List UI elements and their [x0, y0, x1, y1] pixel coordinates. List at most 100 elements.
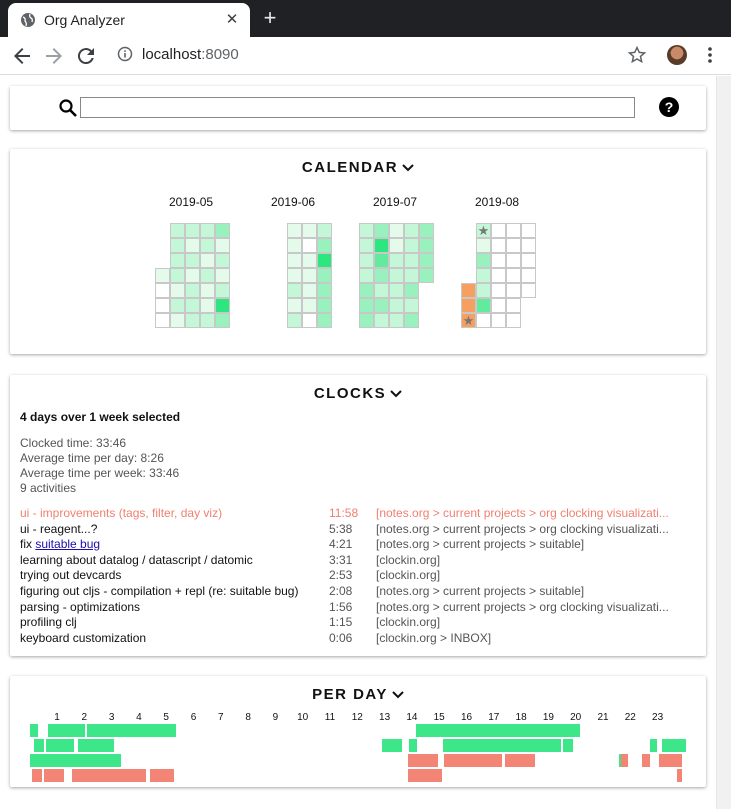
calendar-day[interactable] [404, 238, 419, 253]
scrollbar[interactable] [716, 76, 731, 809]
calendar-day[interactable] [506, 238, 521, 253]
calendar-day[interactable] [491, 268, 506, 283]
calendar-day[interactable] [155, 268, 170, 283]
calendar-day[interactable] [476, 238, 491, 253]
calendar-day[interactable] [287, 268, 302, 283]
calendar-day[interactable] [506, 223, 521, 238]
activity-name[interactable]: learning about datalog / datascript / da… [20, 553, 253, 567]
calendar-day[interactable] [200, 223, 215, 238]
calendar-day[interactable] [287, 313, 302, 328]
calendar-day[interactable] [404, 268, 419, 283]
calendar-day[interactable] [491, 238, 506, 253]
calendar-day[interactable] [170, 283, 185, 298]
calendar-day[interactable] [521, 268, 536, 283]
calendar-day[interactable] [317, 283, 332, 298]
calendar-day[interactable] [491, 313, 506, 328]
calendar-day[interactable] [389, 268, 404, 283]
browser-tab[interactable]: Org Analyzer ✕ [8, 3, 250, 37]
calendar-day[interactable] [170, 268, 185, 283]
calendar-day[interactable] [317, 223, 332, 238]
activity-name[interactable]: ui - improvements (tags, filter, day viz… [20, 506, 222, 520]
calendar-day[interactable] [476, 313, 491, 328]
avatar[interactable] [667, 45, 687, 65]
activity-bar[interactable] [443, 739, 561, 752]
activity-bar[interactable] [44, 769, 64, 782]
calendar-day[interactable] [491, 253, 506, 268]
calendar-day[interactable] [389, 223, 404, 238]
activity-bar[interactable] [91, 754, 121, 767]
calendar-day[interactable] [317, 253, 332, 268]
activity-name[interactable]: fix suitable bug [20, 537, 100, 551]
activity-bar[interactable] [408, 754, 438, 767]
help-icon[interactable]: ? [659, 97, 679, 117]
close-icon[interactable]: ✕ [223, 11, 241, 29]
calendar-day[interactable] [506, 283, 521, 298]
calendar-day[interactable] [185, 223, 200, 238]
activity-bar[interactable] [30, 724, 38, 737]
search-input[interactable] [80, 97, 635, 118]
calendar-day[interactable] [374, 268, 389, 283]
info-icon[interactable] [117, 46, 133, 62]
calendar-day[interactable] [404, 283, 419, 298]
calendar-day[interactable] [155, 313, 170, 328]
calendar-day[interactable] [491, 223, 506, 238]
star-icon[interactable] [627, 45, 647, 65]
calendar-day[interactable] [389, 313, 404, 328]
calendar-day[interactable] [521, 253, 536, 268]
calendar-day[interactable] [506, 268, 521, 283]
calendar-day[interactable] [359, 283, 374, 298]
calendar-day[interactable] [404, 223, 419, 238]
activity-bar[interactable] [659, 754, 682, 767]
calendar-day[interactable] [170, 238, 185, 253]
calendar-day[interactable] [302, 223, 317, 238]
activity-bar[interactable] [32, 769, 42, 782]
menu-icon[interactable] [700, 45, 720, 65]
calendar-day[interactable] [185, 253, 200, 268]
calendar-day[interactable] [491, 298, 506, 313]
activity-bar[interactable] [46, 739, 74, 752]
activity-bar[interactable] [621, 754, 628, 767]
activity-bar[interactable] [662, 739, 686, 752]
calendar-day[interactable] [359, 223, 374, 238]
calendar-day[interactable] [200, 313, 215, 328]
calendar-day[interactable] [215, 268, 230, 283]
calendar-day[interactable] [389, 283, 404, 298]
activity-bar[interactable] [408, 769, 442, 782]
calendar-day[interactable] [419, 223, 434, 238]
calendar-day[interactable] [317, 313, 332, 328]
calendar-day[interactable] [302, 268, 317, 283]
activity-bar[interactable] [87, 724, 113, 737]
calendar-day[interactable] [521, 283, 536, 298]
calendar-day[interactable] [155, 298, 170, 313]
activity-link[interactable]: suitable bug [35, 537, 100, 551]
activity-bar[interactable] [34, 739, 44, 752]
calendar-day[interactable] [200, 253, 215, 268]
calendar-day[interactable] [374, 238, 389, 253]
calendar-day[interactable] [521, 238, 536, 253]
activity-bar[interactable] [650, 739, 657, 752]
calendar-day[interactable] [491, 283, 506, 298]
calendar-day[interactable] [215, 313, 230, 328]
search-icon[interactable] [58, 98, 78, 118]
activity-bar[interactable] [48, 724, 85, 737]
star-icon[interactable]: ★ [461, 313, 476, 328]
calendar-day[interactable] [359, 253, 374, 268]
calendar-day[interactable] [374, 298, 389, 313]
forward-arrow-icon[interactable] [42, 44, 66, 68]
calendar-day[interactable] [185, 298, 200, 313]
calendar-day[interactable] [200, 298, 215, 313]
calendar-day[interactable] [287, 223, 302, 238]
calendar-day[interactable] [506, 313, 521, 328]
calendar-day[interactable] [476, 268, 491, 283]
activity-bar[interactable] [563, 739, 573, 752]
activity-bar[interactable] [78, 739, 114, 752]
calendar-day[interactable] [215, 253, 230, 268]
activity-name[interactable]: keyboard customization [20, 631, 146, 645]
calendar-day[interactable] [287, 253, 302, 268]
activity-bar[interactable] [677, 769, 682, 782]
calendar-day[interactable] [419, 238, 434, 253]
calendar-day[interactable] [419, 253, 434, 268]
clocks-title[interactable]: CLOCKS [10, 385, 706, 402]
calendar-day[interactable] [461, 298, 476, 313]
activity-bar[interactable] [642, 754, 650, 767]
